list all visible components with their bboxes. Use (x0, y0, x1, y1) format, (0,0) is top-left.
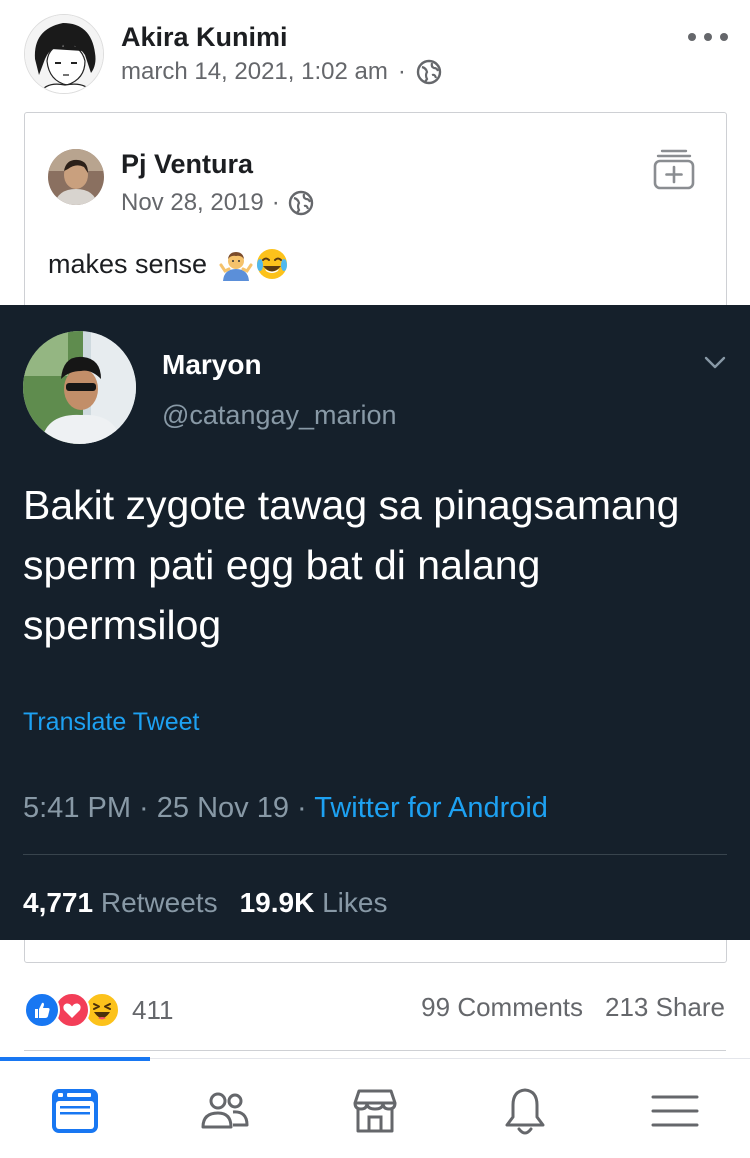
engagement-counts: 99 Comments 213 Share (421, 992, 725, 1023)
retweets-count: 4,771 (23, 887, 94, 918)
nav-notifications[interactable] (497, 1083, 553, 1139)
shares-count-link[interactable]: 213 Share (605, 992, 725, 1022)
likes-label: Likes (314, 887, 388, 918)
tweet-author-name: Maryon (162, 349, 262, 380)
save-collection-button[interactable] (652, 147, 696, 191)
person-shrugging-emoji (219, 247, 253, 281)
tweet-time: 5:41 PM · 25 Nov 19 · (23, 792, 315, 824)
active-tab-indicator (0, 1057, 150, 1061)
post-header: Akira Kunimi march 14, 2021, 1:02 am · (0, 0, 750, 110)
face-with-tears-of-joy-emoji (255, 247, 289, 281)
author-name[interactable]: Akira Kunimi (121, 22, 288, 53)
author-avatar[interactable] (24, 14, 104, 94)
globe-icon (416, 59, 442, 85)
nav-menu[interactable] (647, 1083, 703, 1139)
reactions-summary[interactable]: 411 (24, 990, 173, 1030)
divider (24, 1050, 726, 1051)
notifications-bell-icon (505, 1088, 545, 1135)
comments-count-link[interactable]: 99 Comments (421, 992, 583, 1022)
more-options-button[interactable] (688, 22, 728, 52)
retweets-label: Retweets (93, 887, 218, 918)
tweet-author-handle: @catangay_marion (162, 400, 397, 430)
meta-separator: · (271, 189, 280, 216)
translate-tweet-link: Translate Tweet (23, 708, 200, 736)
tweet-image[interactable]: Maryon @catangay_marion Bakit zygote taw… (0, 305, 750, 940)
shared-caption: makes sense (48, 247, 289, 281)
caption-text: makes sense (48, 248, 208, 279)
friends-icon (201, 1092, 249, 1129)
menu-icon (651, 1095, 699, 1127)
tweet-stats: 4,771 Retweets 19.9K Likes (23, 887, 387, 919)
post-meta: march 14, 2021, 1:02 am · (121, 58, 442, 86)
likes-count: 19.9K (239, 887, 315, 918)
like-reaction-icon (24, 992, 60, 1028)
tweet-text: Bakit zygote tawag sa pinagsamang sperm … (23, 482, 680, 648)
reaction-icons (24, 992, 122, 1028)
shared-post-date[interactable]: Nov 28, 2019 (121, 189, 264, 217)
meta-separator: · (397, 58, 406, 85)
tweet-source: Twitter for Android (314, 792, 548, 824)
save-collection-icon (653, 149, 695, 190)
news-feed-icon (52, 1089, 98, 1133)
tweet-avatar (23, 331, 136, 444)
nav-friends[interactable] (197, 1083, 253, 1139)
tweet-divider (23, 854, 727, 855)
bottom-navigation (0, 1057, 750, 1158)
nav-news-feed[interactable] (47, 1083, 103, 1139)
shared-author-name[interactable]: Pj Ventura (121, 149, 253, 180)
marketplace-icon (353, 1089, 397, 1133)
globe-icon (288, 190, 314, 216)
shared-author-avatar[interactable] (48, 149, 104, 205)
reactions-count: 411 (132, 994, 174, 1025)
tweet-timestamp: 5:41 PM · 25 Nov 19 · Twitter for Androi… (23, 792, 548, 825)
more-horizontal-icon (688, 33, 696, 41)
post-timestamp[interactable]: march 14, 2021, 1:02 am (121, 58, 388, 86)
nav-marketplace[interactable] (347, 1083, 403, 1139)
chevron-down-icon (702, 349, 728, 375)
shared-post-meta: Nov 28, 2019 · (121, 189, 314, 217)
